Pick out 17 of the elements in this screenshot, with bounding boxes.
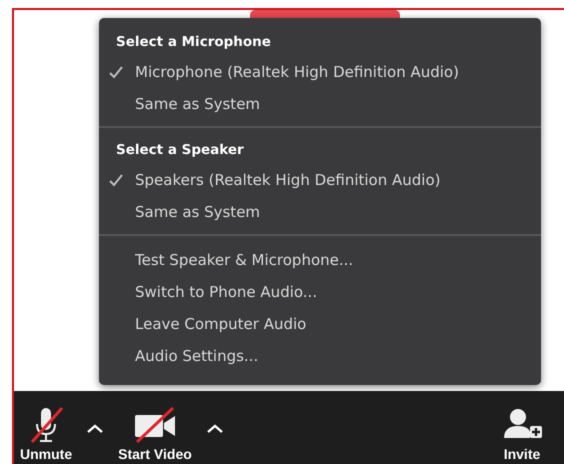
caret-button[interactable]	[86, 424, 104, 434]
menu-item[interactable]: Speakers (Realtek High Definition Audio)	[99, 164, 541, 196]
menu-item[interactable]: Microphone (Realtek High Definition Audio)	[99, 56, 541, 88]
video-button[interactable]: Start Video	[118, 406, 192, 464]
mic-button[interactable]: Unmute	[20, 406, 72, 464]
caret-button[interactable]	[206, 424, 224, 434]
menu-item[interactable]: Same as System	[99, 88, 541, 120]
menu-item[interactable]: Leave Computer Audio	[99, 308, 541, 340]
menu-item[interactable]: Audio Settings...	[99, 340, 541, 372]
menu-heading: Select a Microphone	[115, 33, 272, 52]
menu-item[interactable]: Switch to Phone Audio...	[99, 276, 541, 308]
menu-heading: Select a Speaker	[115, 141, 245, 160]
menu-item[interactable]: Same as System	[99, 196, 541, 228]
invite-button[interactable]: Invite	[500, 406, 544, 464]
menu-item[interactable]: Test Speaker & Microphone...	[99, 244, 541, 276]
caret-icon	[206, 424, 224, 434]
caret-icon	[86, 424, 104, 434]
